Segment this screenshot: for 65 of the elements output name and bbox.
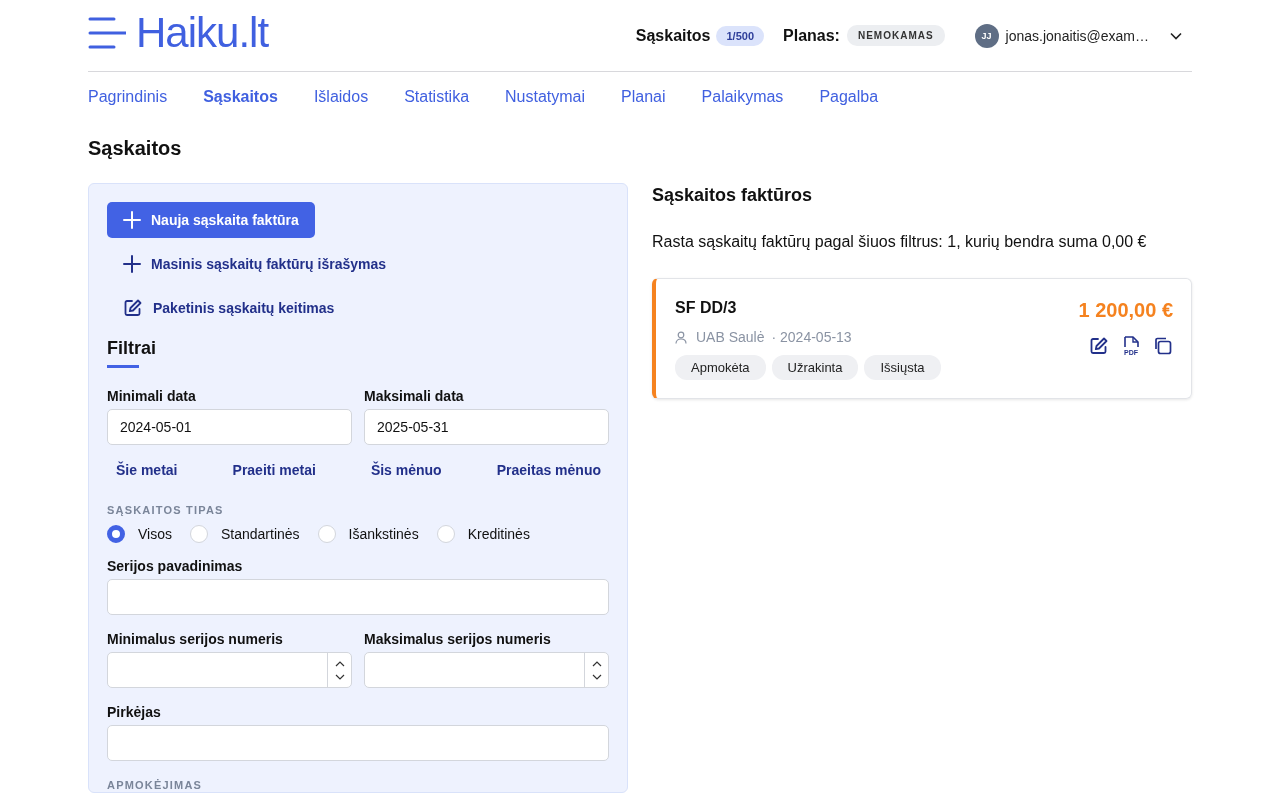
radio-label: Standartinės <box>221 526 300 542</box>
radio-label: Visos <box>138 526 172 542</box>
logo[interactable]: Haiku.lt <box>136 8 269 57</box>
chevron-down-icon <box>1170 31 1182 40</box>
radio-label: Kreditinės <box>467 526 530 542</box>
invoice-date: · 2024-05-13 <box>771 329 852 345</box>
field-label: Minimalus serijos numeris <box>107 631 284 647</box>
list-title: Sąskaitos faktūros <box>652 185 814 206</box>
spin-up-icon[interactable] <box>334 660 345 667</box>
new-invoice-button[interactable]: Nauja sąskaita faktūra <box>107 202 315 238</box>
date-field[interactable]: 2025-05-31 <box>364 409 609 445</box>
spin-down-icon[interactable] <box>591 673 602 680</box>
nav-tab[interactable]: Pagrindinis <box>88 88 168 106</box>
nav-tab[interactable]: Pagalba <box>819 88 879 106</box>
status-tag: Išsiųsta <box>864 355 941 380</box>
invoice-count-badge: 1/500 <box>716 25 764 46</box>
number-field[interactable] <box>107 652 352 688</box>
section-label: SĄSKAITOS TIPAS <box>107 504 225 516</box>
nav-tab[interactable]: Planai <box>621 88 666 106</box>
user-email: jonas.jonaitis@exam… <box>1005 27 1149 44</box>
edit-icon <box>123 298 143 318</box>
user-menu[interactable]: JJ jonas.jonaitis@exam… <box>974 23 1182 48</box>
page-title: Sąskaitos <box>88 137 183 160</box>
nav-tab[interactable]: Palaikymas <box>701 88 784 106</box>
series-name-field[interactable] <box>107 579 609 615</box>
plan-badge: NEMOKAMAS <box>846 25 945 46</box>
plan-label: Planas: <box>783 26 840 45</box>
field-label: Serijos pavadinimas <box>107 558 244 574</box>
field-label: Maksimali data <box>364 388 465 404</box>
date-range-link[interactable]: Praeitas mėnuo <box>496 462 601 478</box>
menu-icon[interactable] <box>88 15 126 50</box>
invoice-number: SF DD/3 <box>675 299 738 317</box>
invoices-label: Sąskaitos <box>635 26 711 45</box>
spin-up-icon[interactable] <box>591 660 602 667</box>
status-tag: Apmokėta <box>675 355 766 380</box>
plus-icon <box>123 211 141 229</box>
nav-tab[interactable]: Išlaidos <box>313 88 369 106</box>
field-label: Pirkėjas <box>107 704 162 720</box>
nav-tab[interactable]: Nustatymai <box>505 88 586 106</box>
nav-tab[interactable]: Statistika <box>404 88 470 106</box>
radio-label: Išankstinės <box>348 526 419 542</box>
date-range-link[interactable]: Praeiti metai <box>232 462 316 478</box>
spin-down-icon[interactable] <box>334 673 345 680</box>
edit-icon <box>1089 336 1109 356</box>
buyer-name: UAB Saulė <box>696 329 765 345</box>
date-range-link[interactable]: Šie metai <box>116 462 178 478</box>
field-label: Minimali data <box>107 388 197 404</box>
buyer-field[interactable] <box>107 725 609 761</box>
number-field[interactable] <box>364 652 609 688</box>
user-avatar: JJ <box>974 23 999 48</box>
date-range-link[interactable]: Šis mėnuo <box>370 462 442 478</box>
invoice-amount: 1 200,00 € <box>1078 299 1173 322</box>
status-tag: Užrakinta <box>771 355 859 380</box>
bulk-edit-button[interactable]: Paketinis sąskaitų keitimas <box>107 298 335 318</box>
plus-icon <box>123 255 141 273</box>
date-field[interactable]: 2024-05-01 <box>107 409 352 445</box>
field-label: Maksimalus serijos numeris <box>364 631 552 647</box>
copy-icon[interactable] <box>1153 336 1173 356</box>
radio-button[interactable] <box>107 525 125 543</box>
person-icon <box>675 330 687 344</box>
nav-tab[interactable]: Sąskaitos <box>203 88 278 106</box>
section-label: APMOKĖJIMAS <box>107 779 204 792</box>
filters-tab[interactable]: Filtrai <box>107 338 156 371</box>
results-summary: Rasta sąskaitų faktūrų pagal šiuos filtrus: 1, kurių bendra suma 0,00 € <box>652 233 1148 251</box>
bulk-issue-button[interactable]: Masinis sąskaitų faktūrų išrašymas <box>107 254 386 274</box>
